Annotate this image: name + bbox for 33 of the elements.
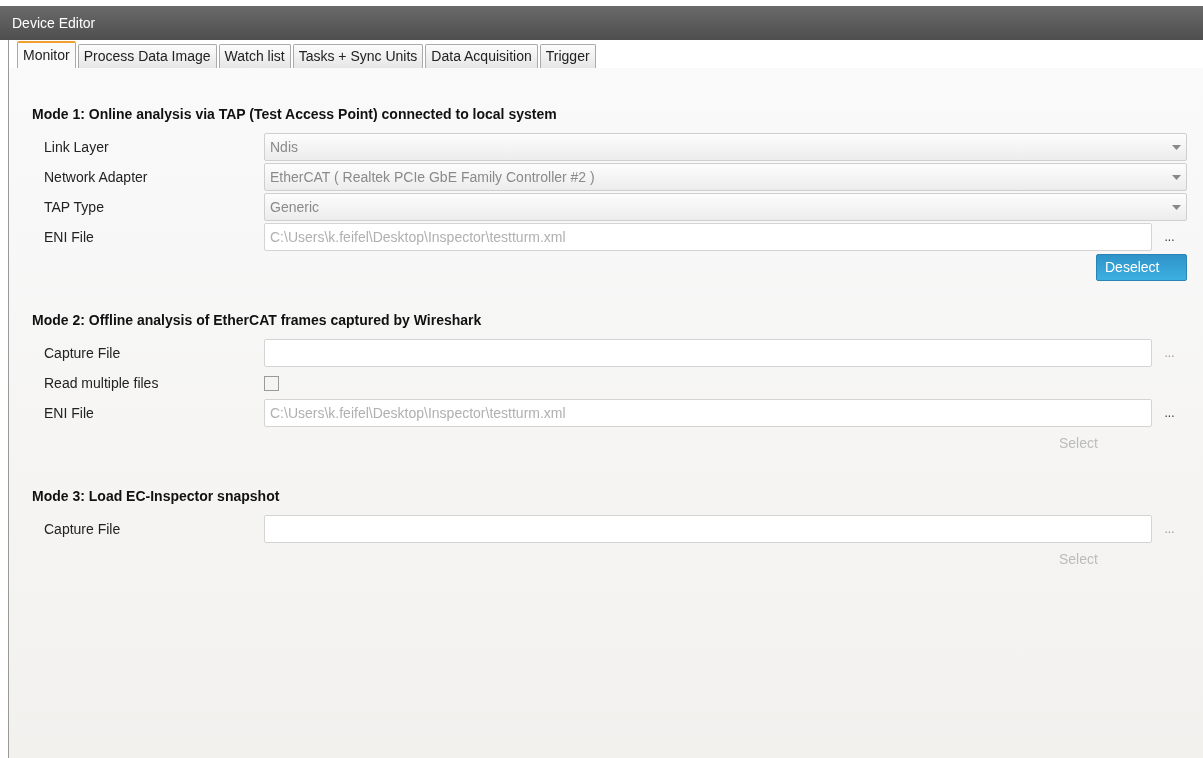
file-path-field[interactable] xyxy=(264,339,1152,367)
section-heading: Mode 3: Load EC-Inspector snapshot xyxy=(31,487,281,506)
window-title: Device Editor xyxy=(12,13,96,33)
tab[interactable]: Data Acquisition xyxy=(425,44,538,68)
field-label: Capture File xyxy=(44,519,122,539)
section-heading: Mode 2: Offline analysis of EtherCAT frames captured by Wireshark xyxy=(31,311,483,330)
browse-button[interactable]: ... xyxy=(1152,399,1187,427)
dropdown-arrow-icon xyxy=(1172,204,1181,210)
browse-button[interactable]: ... xyxy=(1152,515,1187,543)
field-label: ENI File xyxy=(44,403,95,423)
field-label: Capture File xyxy=(44,343,122,363)
browse-button[interactable]: ... xyxy=(1152,339,1187,367)
tab[interactable]: Process Data Image xyxy=(77,44,217,68)
dropdown-arrow-icon xyxy=(1172,144,1181,150)
tab[interactable]: Trigger xyxy=(539,44,596,68)
select-button[interactable]: Select xyxy=(1051,545,1142,573)
checkbox[interactable] xyxy=(264,375,279,391)
field-label: Network Adapter xyxy=(44,167,149,187)
tab[interactable]: Tasks + Sync Units xyxy=(292,44,424,68)
field-label: TAP Type xyxy=(44,197,105,217)
tab[interactable]: Monitor xyxy=(17,41,76,68)
file-path-field[interactable] xyxy=(264,515,1152,543)
browse-button[interactable]: ... xyxy=(1152,223,1187,251)
section-heading: Mode 1: Online analysis via TAP (Test Access Point) connected to local system xyxy=(31,105,558,124)
field-label: Link Layer xyxy=(44,137,110,157)
field-label: ENI File xyxy=(44,227,95,247)
file-path-field[interactable]: C:\Users\k.feifel\Desktop\Inspector\testturm.xml xyxy=(264,399,1152,427)
dropdown-arrow-icon xyxy=(1172,174,1181,180)
select-button[interactable]: Select xyxy=(1051,429,1142,457)
file-path-field[interactable]: C:\Users\k.feifel\Desktop\Inspector\testturm.xml xyxy=(264,223,1152,251)
field-label: Read multiple files xyxy=(44,373,160,393)
tab[interactable]: Watch list xyxy=(218,44,291,68)
deselect-button[interactable]: Deselect xyxy=(1096,253,1187,281)
